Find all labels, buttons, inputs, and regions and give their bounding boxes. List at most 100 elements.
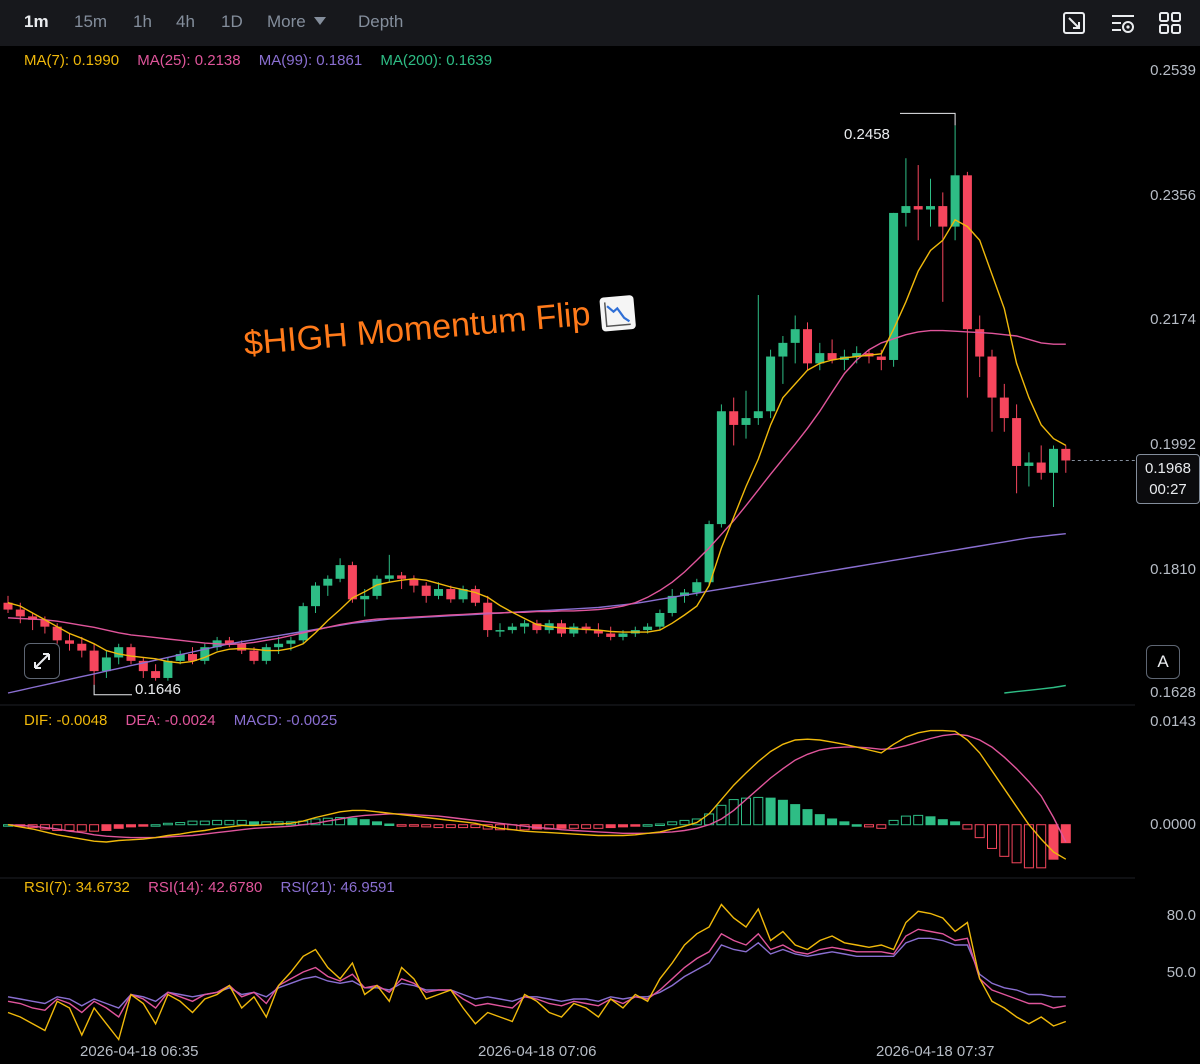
price-tick: 0.2539 [1150,62,1196,79]
ma25-legend: MA(25): 0.2138 [137,52,241,69]
ma7-line [7,218,1067,664]
candle-body [704,524,714,583]
candle-body [803,329,812,364]
candle-body [311,585,320,607]
macd-histogram-bar [814,814,825,826]
macd-histogram-bar [593,824,604,829]
candle-body [876,356,886,360]
time-tick: 2026-04-18 06:35 [80,1043,199,1060]
timeframe-1h[interactable]: 1h [133,12,152,32]
settings-icon[interactable] [1110,10,1136,36]
macd-legend: DIF: -0.0048 DEA: -0.0024 MACD: -0.0025 [24,712,351,729]
macd-histogram-bar [470,824,481,829]
low-price-marker: 0.1646 [135,681,181,698]
candle-body [507,626,517,631]
macd-histogram-bar [1023,824,1034,869]
time-tick: 2026-04-18 07:37 [876,1043,995,1060]
timeframe-1d[interactable]: 1D [221,12,243,32]
grid-icon[interactable] [1157,10,1183,36]
macd-histogram-bar [987,824,997,849]
macd-histogram-bar [888,819,899,826]
candle-body [335,565,345,579]
crop-icon[interactable] [1061,10,1087,36]
current-price-tag: 0.1968 00:27 [1136,454,1200,504]
ma99-legend: MA(99): 0.1861 [258,52,363,69]
candle-body [397,575,407,579]
macd-histogram-bar [851,824,862,827]
candle-body [569,626,579,634]
candle-body [1049,448,1058,473]
timeframe-toolbar: 1m 15m 1h 4h 1D More Depth [0,0,1200,46]
candle-body [261,647,271,661]
timeframe-4h[interactable]: 4h [176,12,195,32]
candle-body [753,411,763,419]
macd-histogram-bar [630,824,641,827]
candle-body [962,175,972,330]
more-label: More [267,12,306,31]
macd-histogram-bar [89,824,100,832]
macd-histogram-bar [876,824,887,829]
macd-histogram-bar [421,824,432,828]
macd-histogram-bar [1036,824,1047,869]
timeframe-15m[interactable]: 15m [74,12,107,32]
low-marker-leader [93,684,132,696]
candle-body [360,595,370,600]
candle-body [15,609,25,617]
fullscreen-button[interactable] [24,643,60,679]
candle-body [1036,462,1046,473]
candle-body [618,633,628,637]
rsi7-legend: RSI(7): 34.6732 [24,879,130,896]
candle-body [987,356,997,398]
macd-histogram-bar [839,821,850,826]
macd-histogram-bar [249,821,259,826]
auto-scale-button[interactable]: A [1146,645,1180,679]
candle-body [606,633,616,637]
candle-body [643,626,653,631]
price-tick: 0.1992 [1150,436,1196,453]
candle-body [950,175,960,227]
time-tick: 2026-04-18 07:06 [478,1043,597,1060]
macd-histogram-bar [864,824,874,828]
macd-histogram-bar [790,804,801,826]
rsi14-legend: RSI(14): 42.6780 [148,879,263,896]
more-dropdown[interactable]: More [267,12,327,32]
macd-histogram-bar [458,824,469,829]
price-tick: 0.2356 [1150,187,1196,204]
dif-legend: DIF: -0.0048 [24,712,108,729]
macd-histogram-bar [150,824,161,827]
macd-histogram-bar [581,824,592,829]
macd-histogram-bar [433,824,444,829]
macd-histogram-bar [618,824,628,828]
rsi-legend: RSI(7): 34.6732 RSI(14): 42.6780 RSI(21)… [24,879,409,896]
macd-histogram-bar [236,819,247,826]
candle-body [520,623,530,627]
macd-histogram-bar [113,824,124,829]
macd-histogram-bar [396,824,407,827]
candle-body [434,589,443,596]
macd-histogram-bar [372,821,382,826]
macd-histogram-bar [1011,824,1022,864]
depth-tab[interactable]: Depth [358,12,403,32]
macd-histogram-bar [408,824,419,827]
candle-body [741,418,751,425]
candle-countdown: 00:27 [1149,481,1187,498]
ma200-line [1004,684,1066,694]
candle-body [729,411,739,425]
macd-histogram-bar [937,819,948,826]
price-tick: 0.1810 [1150,561,1196,578]
macd-histogram-bar [359,819,370,826]
macd-histogram-bar [802,809,813,826]
timeframe-1m[interactable]: 1m [24,12,49,32]
macd-histogram-bar [187,820,198,826]
chevron-down-icon [314,17,327,25]
candle-body [249,650,259,661]
candle-body [716,411,726,525]
high-marker-leader [900,112,956,126]
candle-body [323,578,333,586]
price-tick: 0.2174 [1150,311,1196,328]
price-chart[interactable] [0,46,1200,1064]
ma7-legend: MA(7): 0.1990 [24,52,120,69]
candle-body [778,342,788,357]
macd-histogram-bar [162,822,173,826]
candle-body [790,329,800,343]
